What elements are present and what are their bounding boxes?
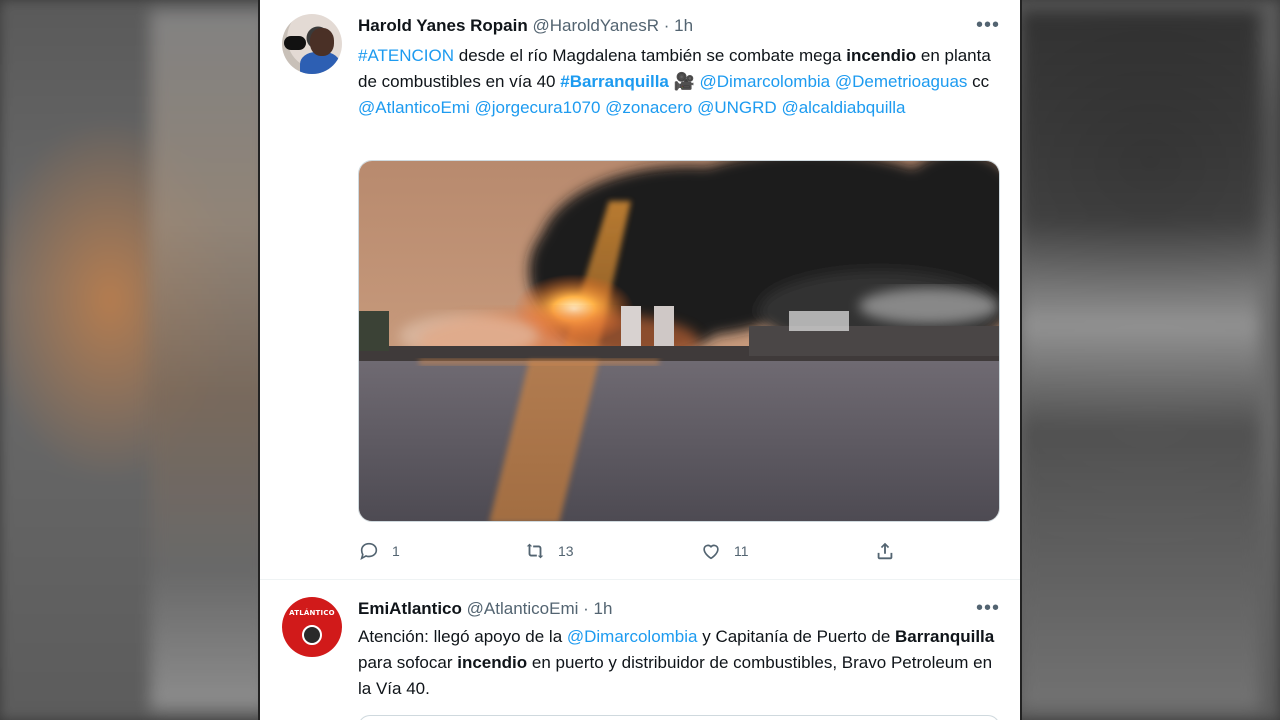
fire-scene-image [359,161,999,521]
blurred-background-right [1020,10,1260,710]
text-run: desde el río Magdalena también se combat… [454,46,847,65]
tweet-time[interactable]: 1h [594,599,613,618]
avatar-logo-badge [302,625,322,645]
more-horizontal-icon[interactable]: ••• [976,597,1000,620]
blurred-background-left [150,10,270,710]
author-name[interactable]: Harold Yanes Ropain [358,16,528,35]
bold-text: Barranquilla [895,627,995,646]
tweet-text: #ATENCION desde el río Magdalena también… [358,43,998,121]
retweet-icon [526,543,544,559]
share-button[interactable] [874,538,908,564]
tweet[interactable]: Harold Yanes Ropain @HaroldYanesR · 1h •… [260,0,1020,580]
share-icon [877,542,893,560]
mention-link[interactable]: @alcaldiabquilla [781,98,905,117]
tweet[interactable]: ATLÁNTICO EmiAtlantico @AtlanticoEmi · 1… [260,581,1020,720]
avatar-logo-text: ATLÁNTICO [289,609,335,617]
mention-link[interactable]: @Dimarcolombia [567,627,698,646]
microphone-icon [284,36,306,50]
bold-text: incendio [846,46,917,65]
like-button[interactable]: 11 [700,538,749,564]
author-handle[interactable]: @AtlanticoEmi [467,599,579,618]
tweet-card: Harold Yanes Ropain @HaroldYanesR · 1h •… [258,0,1022,720]
tweet-header: Harold Yanes Ropain @HaroldYanesR · 1h •… [358,14,1000,38]
mention-link[interactable]: @zonacero [605,98,692,117]
retweet-button[interactable]: 13 [524,538,574,564]
more-horizontal-icon[interactable]: ••• [976,14,1000,37]
tweet-media-image[interactable] [358,160,1000,522]
mention-link[interactable]: @Demetrioaguas [835,72,968,91]
bold-text: incendio [457,653,528,672]
author-name[interactable]: EmiAtlantico [358,599,462,618]
text-run: cc [967,72,990,91]
retweet-count: 13 [558,543,574,559]
hashtag-link[interactable]: #Barranquilla [560,72,669,91]
mention-link[interactable]: @AtlanticoEmi [358,98,470,117]
mention-link[interactable]: @UNGRD [697,98,777,117]
reply-button[interactable]: 1 [358,538,400,564]
text-run: para sofocar [358,653,458,672]
avatar[interactable]: ATLÁNTICO [282,597,342,657]
hashtag-link[interactable]: #ATENCION [358,46,454,65]
mention-link[interactable]: @Dimarcolombia [700,72,831,91]
mention-link[interactable]: @jorgecura1070 [474,98,600,117]
reply-icon [360,542,378,561]
text-run: Atención: llegó apoyo de la [358,627,567,646]
separator: · [663,16,670,35]
quoted-media-border[interactable] [358,715,1000,720]
tweet-actions: 1 13 11 [358,538,918,564]
tweet-text: Atención: llegó apoyo de la @Dimarcolomb… [358,624,998,702]
avatar[interactable] [282,14,342,74]
like-count: 11 [734,543,749,559]
text-run: 🎥 [668,72,700,91]
heart-icon [703,544,719,560]
separator: · [583,599,589,618]
tweet-header: EmiAtlantico @AtlanticoEmi · 1h ••• [358,597,1000,621]
reply-count: 1 [392,543,400,559]
tweet-time[interactable]: 1h [674,16,693,35]
author-handle[interactable]: @HaroldYanesR [532,16,659,35]
text-run: y Capitanía de Puerto de [697,627,896,646]
